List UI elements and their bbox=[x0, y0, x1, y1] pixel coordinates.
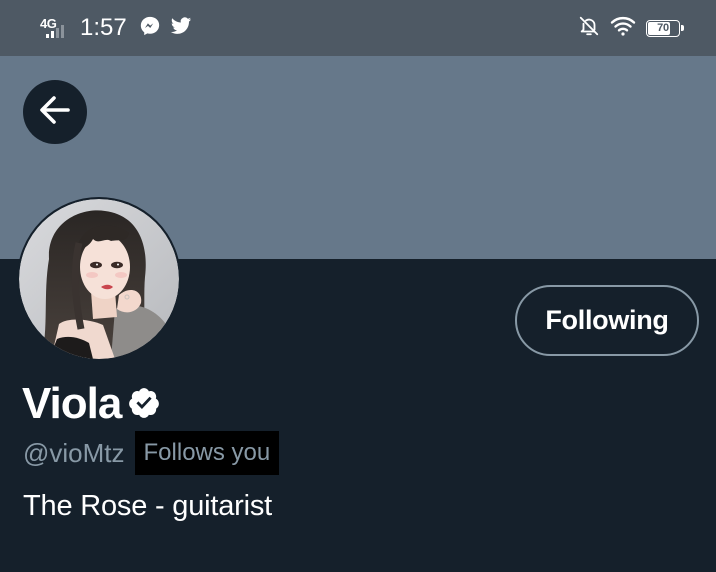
notification-icons bbox=[139, 15, 193, 42]
status-time: 1:57 bbox=[80, 14, 127, 41]
bell-off-icon bbox=[578, 15, 600, 42]
user-handle: @vioMtz bbox=[23, 437, 125, 468]
arrow-left-icon bbox=[37, 92, 73, 133]
avatar[interactable] bbox=[17, 197, 181, 361]
signal-bars-icon bbox=[46, 25, 64, 38]
profile-screen: 4G 1:57 70 Following Viola @vioMtz Follo… bbox=[0, 0, 716, 572]
twitter-icon bbox=[169, 15, 193, 42]
battery-icon: 70 bbox=[646, 19, 684, 37]
handle-row: @vioMtz Follows you bbox=[23, 431, 280, 475]
status-bar-left: 4G 1:57 bbox=[40, 12, 193, 44]
display-name-row: Viola bbox=[22, 376, 161, 432]
following-button[interactable]: Following bbox=[515, 285, 699, 356]
display-name: Viola bbox=[22, 379, 122, 428]
battery-level: 70 bbox=[657, 22, 669, 34]
cellular-signal: 4G bbox=[40, 14, 74, 42]
verified-badge-icon bbox=[127, 386, 161, 425]
follows-you-badge: Follows you bbox=[134, 431, 280, 475]
messenger-icon bbox=[139, 15, 161, 42]
status-bar: 4G 1:57 70 bbox=[0, 0, 716, 56]
profile-bio: The Rose - guitarist bbox=[23, 490, 273, 522]
wifi-icon bbox=[610, 15, 636, 42]
status-bar-right: 70 bbox=[578, 14, 684, 42]
back-button[interactable] bbox=[23, 80, 87, 144]
